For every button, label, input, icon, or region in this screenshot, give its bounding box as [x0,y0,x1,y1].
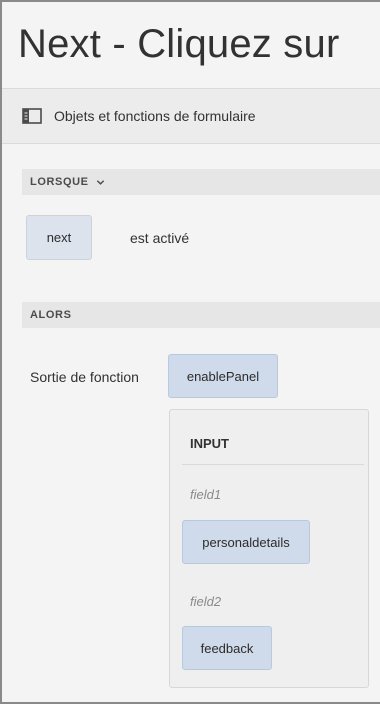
then-label: ALORS [30,309,72,321]
when-condition[interactable]: est activé [130,230,189,246]
function-input-panel: INPUT field1 personaldetails field2 feed… [169,409,369,688]
input-divider [182,464,364,465]
when-object-chip[interactable]: next [26,215,92,260]
param-value-field1[interactable]: personaldetails [182,520,310,564]
chevron-down-icon[interactable] [96,178,105,187]
input-header: INPUT [190,436,229,451]
action-label[interactable]: Sortie de fonction [30,369,139,385]
when-label: LORSQUE [30,176,89,188]
form-objects-toolbar[interactable]: Objets et fonctions de formulaire [2,88,380,144]
page-title: Next - Cliquez sur [18,22,340,66]
panel-layout-icon[interactable] [22,108,42,124]
form-objects-label[interactable]: Objets et fonctions de formulaire [54,108,256,124]
when-section-header[interactable]: LORSQUE [22,169,380,195]
then-section-header: ALORS [22,302,380,328]
param-value-field2[interactable]: feedback [182,626,272,670]
function-chip[interactable]: enablePanel [168,354,278,398]
param-name-field1: field1 [190,487,222,502]
param-name-field2: field2 [190,594,222,609]
